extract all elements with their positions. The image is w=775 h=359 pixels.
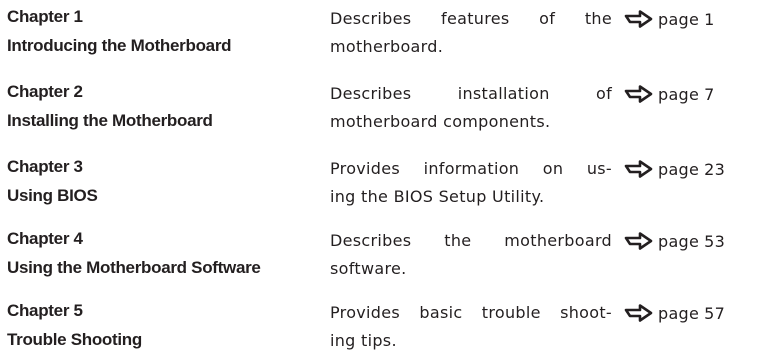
page-reference[interactable]: page 57: [624, 299, 725, 327]
page-number: 57: [704, 303, 726, 323]
chapter-title: Trouble Shooting: [7, 330, 142, 349]
chapter-number: Chapter 4: [7, 229, 83, 248]
chapter-description: Describes the motherboard software.: [330, 227, 612, 283]
chapter-entry-2: Chapter 2 Installing the Motherboard Des…: [0, 80, 775, 140]
page-number: 53: [704, 231, 726, 251]
arrow-right-icon: [624, 160, 654, 178]
page-label: page: [658, 303, 700, 323]
arrow-right-icon: [624, 10, 654, 28]
chapter-description: Provides basic trouble shoot- ing tips.: [330, 299, 612, 355]
chapter-title: Introducing the Motherboard: [7, 36, 232, 55]
page-number: 7: [704, 84, 715, 104]
page-label: page: [658, 231, 700, 251]
chapter-description: Describes features of the motherboard.: [330, 5, 612, 61]
chapter-entry-5: Chapter 5 Trouble Shooting Provides basi…: [0, 299, 775, 359]
page-reference[interactable]: page 1: [624, 5, 715, 33]
chapter-entry-3: Chapter 3 Using BIOS Provides informatio…: [0, 155, 775, 215]
description-line: Provides information on us-: [330, 159, 612, 178]
description-line: Describes features of the: [330, 9, 612, 28]
page-number: 23: [704, 159, 726, 179]
chapter-overview: Chapter 1 Introducing the Motherboard De…: [0, 0, 775, 358]
description-line: ing tips.: [330, 331, 397, 350]
chapter-number: Chapter 5: [7, 301, 83, 320]
chapter-entry-4: Chapter 4 Using the Motherboard Software…: [0, 227, 775, 287]
arrow-right-icon: [624, 304, 654, 322]
page-reference[interactable]: page 53: [624, 227, 725, 255]
chapter-number: Chapter 2: [7, 82, 83, 101]
chapter-description: Describes installation of motherboard co…: [330, 80, 612, 136]
page-label: page: [658, 9, 700, 29]
description-line: ing the BIOS Setup Utility.: [330, 187, 545, 206]
page-label: page: [658, 159, 700, 179]
page-label: page: [658, 84, 700, 104]
description-line: software.: [330, 259, 407, 278]
arrow-right-icon: [624, 85, 654, 103]
description-line: Describes installation of: [330, 84, 612, 103]
chapter-entry-1: Chapter 1 Introducing the Motherboard De…: [0, 5, 775, 65]
chapter-number: Chapter 1: [7, 7, 83, 26]
page-reference[interactable]: page 7: [624, 80, 715, 108]
description-line: Provides basic trouble shoot-: [330, 303, 612, 322]
chapter-number: Chapter 3: [7, 157, 83, 176]
page-number: 1: [704, 9, 715, 29]
chapter-title: Using the Motherboard Software: [7, 258, 261, 277]
arrow-right-icon: [624, 232, 654, 250]
chapter-title: Installing the Motherboard: [7, 111, 213, 130]
chapter-description: Provides information on us- ing the BIOS…: [330, 155, 612, 211]
description-line: motherboard components.: [330, 112, 551, 131]
description-line: motherboard.: [330, 37, 444, 56]
page-reference[interactable]: page 23: [624, 155, 725, 183]
chapter-title: Using BIOS: [7, 186, 98, 205]
description-line: Describes the motherboard: [330, 231, 612, 250]
